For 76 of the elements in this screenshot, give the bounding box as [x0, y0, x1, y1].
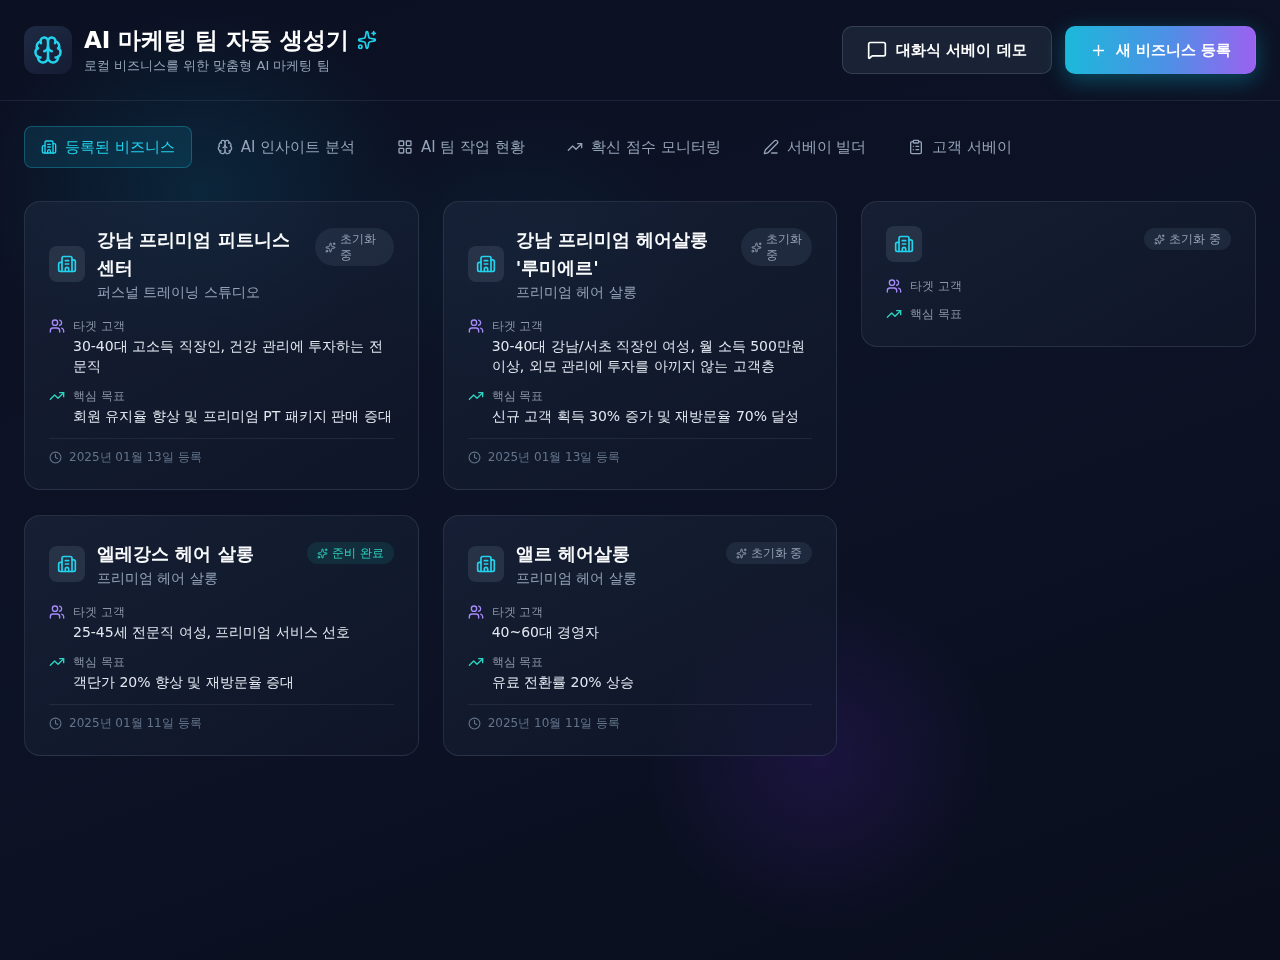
nav-tab[interactable]: 고객 서베이: [891, 126, 1030, 168]
business-category: 퍼스널 트레이닝 스튜디오: [97, 283, 261, 302]
business-name: 강남 프리미엄 헤어살롱 '루미에르': [515, 228, 710, 280]
detail-label: 핵심 목표: [491, 654, 544, 670]
chat-icon: [867, 40, 888, 60]
detail-value: 유료 전환률 20% 상승: [490, 673, 636, 692]
detail-label: 타겟 고객: [491, 604, 544, 620]
detail-label: 타겟 고객: [73, 318, 125, 334]
nav-tab[interactable]: 서베이 빌더: [745, 126, 884, 168]
users-icon: [467, 318, 484, 334]
registration-date: 2025년 01월 13일 등록: [69, 449, 202, 465]
business-card[interactable]: 초기화 중 타겟 고객 핵심 목표: [861, 201, 1256, 347]
detail-label: 핵심 목표: [910, 306, 963, 322]
detail-label: 타겟 고객: [910, 278, 963, 294]
users-icon: [467, 604, 484, 620]
status-label: 초기화 중: [750, 545, 803, 561]
registration-date: 2025년 01월 13일 등록: [487, 449, 621, 465]
brain-icon: [216, 139, 233, 155]
grid-icon: [397, 139, 413, 155]
detail-value: 신규 고객 획득 30% 증가 및 재방문율 70% 달성: [490, 407, 801, 426]
status-label: 초기화 중: [1169, 231, 1221, 247]
business-name: 강남 프리미엄 피트니스 센터: [97, 228, 291, 280]
clock-icon: [49, 716, 62, 730]
business-category: 프리미엄 헤어 살롱: [515, 569, 638, 588]
detail-value: 객단가 20% 향상 및 재방문율 증대: [72, 673, 296, 692]
survey-demo-button[interactable]: 대화식 서베이 데모: [842, 26, 1052, 74]
detail-label: 핵심 목표: [73, 388, 125, 404]
brain-logo-icon: [24, 26, 72, 74]
pen-icon: [762, 139, 779, 155]
registration-date: 2025년 10월 11일 등록: [487, 715, 621, 731]
building-icon: [49, 546, 85, 582]
building-icon: [41, 139, 57, 155]
sparkles-icon: [325, 241, 336, 253]
clock-icon: [467, 450, 481, 464]
business-card[interactable]: 강남 프리미엄 피트니스 센터 퍼스널 트레이닝 스튜디오 초기화 중 타겟 고객 30-40대 고소득 직장인, 건강 관리에 투자하는 전문직 핵심 목표 회원 유지율 향상 및 프리미엄 PT 패키지 판매 증대 2025년 01월 13일 등록: [24, 201, 419, 490]
sparkles-icon: [751, 241, 763, 253]
sparkles-icon: [735, 547, 747, 559]
business-category: 프리미엄 헤어 살롱: [515, 283, 638, 302]
detail-label: 타겟 고객: [73, 604, 125, 620]
clock-icon: [467, 716, 481, 730]
registration-date: 2025년 01월 11일 등록: [69, 715, 202, 731]
detail-label: 타겟 고객: [491, 318, 544, 334]
detail-value: 회원 유지율 향상 및 프리미엄 PT 패키지 판매 증대: [72, 407, 393, 426]
building-icon: [886, 226, 923, 262]
building-icon: [49, 246, 85, 282]
sparkles-icon: [316, 547, 328, 559]
clipboard-icon: [908, 139, 925, 155]
status-label: 초기화 중: [766, 231, 803, 263]
app-subtitle: 로컬 비즈니스를 위한 맞춤형 AI 마케팅 팀: [84, 57, 331, 75]
detail-label: 핵심 목표: [491, 388, 544, 404]
building-icon: [467, 246, 504, 282]
sparkles-icon: [1154, 233, 1166, 245]
building-icon: [467, 546, 504, 582]
business-card[interactable]: 엘레강스 헤어 살롱 프리미엄 헤어 살롱 준비 완료 타겟 고객 25-45세 전문직 여성, 프리미엄 서비스 선호 핵심 목표 객단가 20% 향상 및 재방문율 증대 2025년 01월 11일 등록: [24, 515, 419, 756]
detail-value: 40~60대 경영자: [490, 623, 601, 642]
nav-tab[interactable]: 등록된 비즈니스: [24, 126, 192, 168]
nav-tab[interactable]: AI 팀 작업 현황: [380, 126, 542, 168]
sparkles-icon: [357, 30, 378, 50]
business-category: 프리미엄 헤어 살롱: [97, 569, 219, 588]
business-name: 앨르 헤어살롱: [515, 542, 631, 566]
nav-tab[interactable]: 확신 점수 모니터링: [550, 126, 738, 168]
detail-value: 30-40대 강남/서초 직장인 여성, 월 소득 500만원 이상, 외모 관리에 투자를 아끼지 않는 고객층: [490, 337, 806, 376]
status-label: 준비 완료: [331, 545, 384, 561]
business-card[interactable]: 강남 프리미엄 헤어살롱 '루미에르' 프리미엄 헤어 살롱 초기화 중 타겟 고객 30-40대 강남/서초 직장인 여성, 월 소득 500만원 이상, 외모 관리에 투자를 아끼지 않는 고객층 핵심 목표 신규 고객 획득 30% 증가 및 재방문율 70% 달성 2025년 01월 13일 등록: [442, 201, 838, 490]
app-title: AI 마케팅 팀 자동 생성기: [84, 26, 350, 55]
detail-value: 30-40대 고소득 직장인, 건강 관리에 투자하는 전문직: [72, 337, 384, 376]
nav-tab[interactable]: AI 인사이트 분석: [199, 126, 372, 168]
detail-label: 핵심 목표: [73, 654, 125, 670]
detail-value: 25-45세 전문직 여성, 프리미엄 서비스 선호: [72, 623, 352, 642]
business-name: 엘레강스 헤어 살롱: [97, 542, 255, 566]
status-label: 초기화 중: [340, 231, 377, 263]
clock-icon: [49, 450, 62, 464]
users-icon: [49, 604, 65, 620]
users-icon: [49, 318, 65, 334]
users-icon: [886, 278, 903, 294]
business-card[interactable]: 앨르 헤어살롱 프리미엄 헤어 살롱 초기화 중 타겟 고객 40~60대 경영자 핵심 목표 유료 전환률 20% 상승 2025년 10월 11일 등록: [442, 515, 838, 756]
